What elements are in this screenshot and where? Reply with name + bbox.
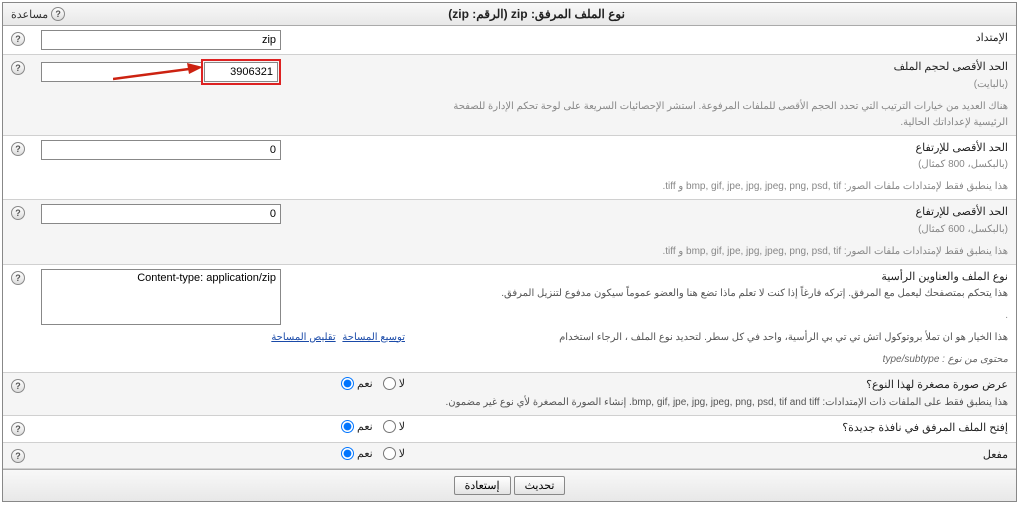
maxsize-sub: (بالبايت) bbox=[421, 77, 1008, 93]
enabled-label: مفعل bbox=[413, 442, 1016, 469]
help-button[interactable]: ? مساعدة bbox=[11, 7, 65, 21]
title-bar: نوع الملف المرفق: zip (الرقم: zip) ? مسا… bbox=[3, 3, 1016, 26]
update-button[interactable] bbox=[514, 476, 566, 495]
thumb-label: عرض صورة مصغرة لهذا النوع؟ bbox=[421, 377, 1008, 395]
maxsize-input-ext[interactable] bbox=[41, 62, 201, 82]
extension-label: الإمتداد bbox=[413, 26, 1016, 55]
thumb-radio-group: نعم لا bbox=[41, 377, 405, 390]
help-label: مساعدة bbox=[11, 8, 48, 21]
thumb-no[interactable]: لا bbox=[383, 377, 405, 390]
thumb-desc: هذا ينطبق فقط على الملفات ذات الإمتدادات… bbox=[421, 395, 1008, 411]
enabled-yes[interactable]: نعم bbox=[341, 447, 373, 460]
newwindow-label: إفتح الملف المرفق في نافذة جديدة؟ bbox=[413, 415, 1016, 442]
help-icon[interactable]: ? bbox=[11, 32, 25, 46]
maxsize-label: الحد الأقصى لحجم الملف bbox=[421, 59, 1008, 77]
extension-input[interactable] bbox=[41, 30, 281, 50]
maxheight-label: الحد الأقصى للإرتفاع bbox=[421, 140, 1008, 158]
help-icon[interactable]: ? bbox=[11, 142, 25, 156]
collapse-link[interactable]: تقليص المساحة bbox=[271, 332, 335, 343]
newwindow-no[interactable]: لا bbox=[383, 420, 405, 433]
mime-desc3: محتوى من نوع : type/subtype bbox=[421, 352, 1008, 368]
mime-label: نوع الملف والعناوين الرأسية bbox=[421, 269, 1008, 287]
mime-desc2: هذا الخيار هو ان تملأ بروتوكول اتش تي تي… bbox=[421, 330, 1008, 346]
maxsize-note: هناك العديد من خيارات الترتيب التي تحدد … bbox=[421, 99, 1008, 131]
newwindow-radio-group: نعم لا bbox=[41, 420, 405, 433]
enabled-no[interactable]: لا bbox=[383, 447, 405, 460]
help-icon: ? bbox=[51, 7, 65, 21]
mime-textarea[interactable] bbox=[41, 269, 281, 325]
maxheight-input[interactable] bbox=[41, 140, 281, 160]
expand-link[interactable]: توسيع المساحة bbox=[342, 332, 405, 343]
help-icon[interactable]: ? bbox=[11, 379, 25, 393]
enabled-radio-group: نعم لا bbox=[41, 447, 405, 460]
help-icon[interactable]: ? bbox=[11, 271, 25, 285]
mime-desc: هذا يتحكم بمتصفحك ليعمل مع المرفق. إتركه… bbox=[421, 286, 1008, 302]
help-icon[interactable]: ? bbox=[11, 449, 25, 463]
maxheight-sub: (بالبكسل، 800 كمثال) bbox=[421, 157, 1008, 173]
settings-table: الإمتداد ? الحد الأقصى لحجم الملف (بالبا… bbox=[3, 26, 1016, 469]
maxwidth-label: الحد الأقصى للإرتفاع bbox=[421, 204, 1008, 222]
newwindow-yes[interactable]: نعم bbox=[341, 420, 373, 433]
maxsize-input[interactable] bbox=[204, 62, 278, 82]
help-icon[interactable]: ? bbox=[11, 206, 25, 220]
maxheight-note: هذا ينطبق فقط لإمتدادات ملفات الصور: bmp… bbox=[421, 179, 1008, 195]
reset-button[interactable] bbox=[454, 476, 511, 495]
maxwidth-note: هذا ينطبق فقط لإمتدادات ملفات الصور: bmp… bbox=[421, 244, 1008, 260]
help-icon[interactable]: ? bbox=[11, 422, 25, 436]
maxsize-highlight bbox=[201, 59, 281, 85]
button-bar bbox=[3, 469, 1016, 501]
thumb-yes[interactable]: نعم bbox=[341, 377, 373, 390]
maxwidth-sub: (بالبكسل، 600 كمثال) bbox=[421, 222, 1008, 238]
maxwidth-input[interactable] bbox=[41, 204, 281, 224]
help-icon[interactable]: ? bbox=[11, 61, 25, 75]
page-title: نوع الملف المرفق: zip (الرقم: zip) bbox=[65, 7, 1008, 21]
